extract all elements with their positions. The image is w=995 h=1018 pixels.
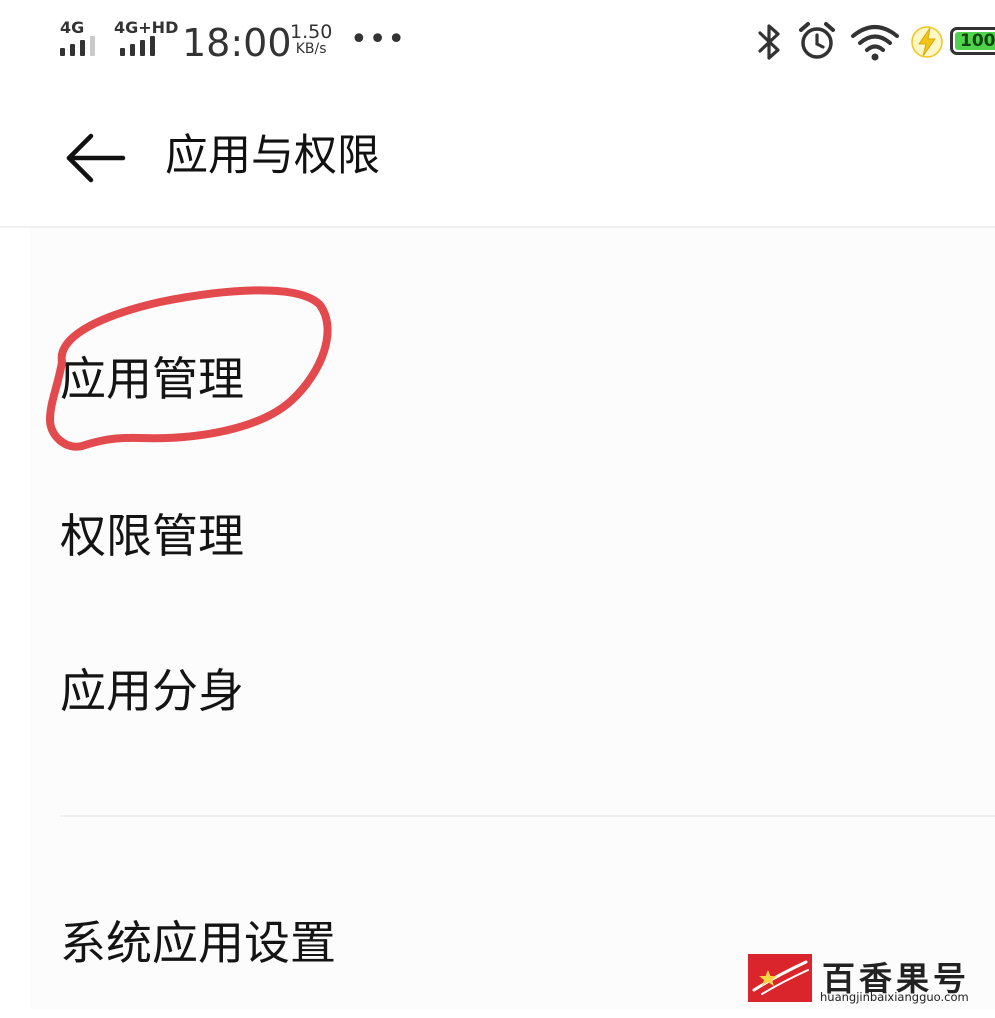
watermark: 百香果号 huangjinbaixiangguo.com bbox=[748, 950, 995, 1009]
alarm-icon bbox=[799, 22, 835, 59]
network-speed: 1.50 KB/s bbox=[290, 21, 333, 58]
list-item-label: 应用分身 bbox=[60, 664, 244, 718]
watermark-logo bbox=[748, 954, 812, 1002]
back-button[interactable] bbox=[55, 128, 135, 188]
charging-icon bbox=[911, 26, 943, 58]
list-item-app-clone[interactable]: 应用分身 bbox=[30, 616, 995, 766]
section-divider bbox=[60, 815, 995, 817]
watermark-url: huangjinbaixiangguo.com bbox=[820, 990, 969, 1004]
page-header: 应用与权限 bbox=[0, 86, 995, 226]
battery-level: 100 bbox=[960, 31, 995, 51]
status-bar: 4G 4G+HD 18:00 1.50 KB/s ••• 100 bbox=[0, 0, 995, 86]
more-notifications-icon: ••• bbox=[350, 22, 407, 57]
battery-icon: 100 bbox=[950, 27, 995, 55]
list-item-app-management[interactable]: 应用管理 bbox=[30, 304, 995, 454]
status-time: 18:00 bbox=[182, 21, 292, 65]
signal-2-label: 4G+HD bbox=[114, 18, 179, 37]
list-item-label: 系统应用设置 bbox=[60, 916, 336, 970]
page-title: 应用与权限 bbox=[165, 131, 380, 181]
signal-1-label: 4G bbox=[60, 18, 85, 37]
list-item-label: 应用管理 bbox=[60, 352, 244, 406]
wifi-icon bbox=[851, 25, 899, 61]
settings-list: 应用管理 权限管理 应用分身 系统应用设置 bbox=[30, 228, 995, 1009]
bluetooth-icon bbox=[758, 24, 780, 60]
list-item-label: 权限管理 bbox=[60, 509, 244, 563]
network-speed-unit: KB/s bbox=[295, 41, 327, 57]
network-speed-value: 1.50 bbox=[290, 21, 333, 43]
list-item-permission-management[interactable]: 权限管理 bbox=[30, 461, 995, 611]
arrow-left-icon bbox=[66, 133, 126, 183]
